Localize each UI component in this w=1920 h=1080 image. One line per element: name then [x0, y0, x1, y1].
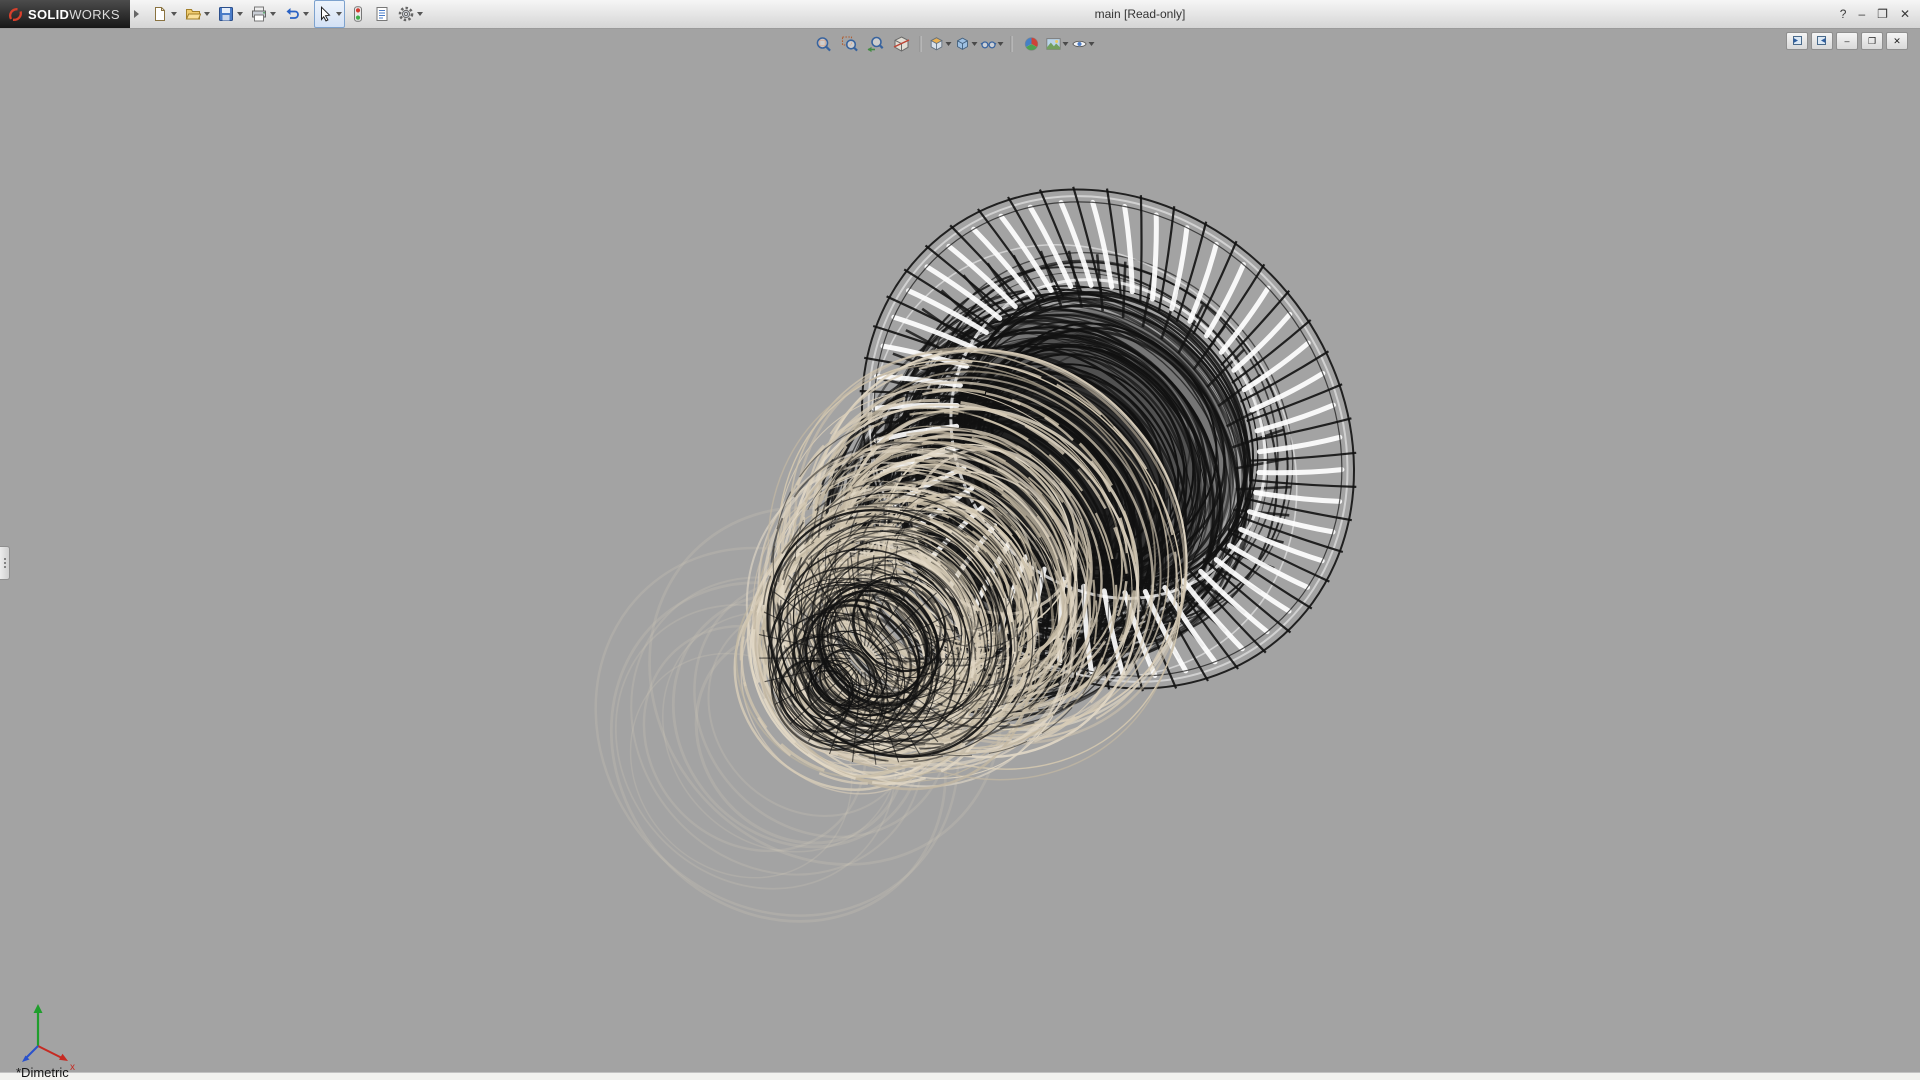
view-settings-eye-icon	[1072, 35, 1088, 53]
print-document-icon	[251, 6, 267, 22]
hide-show-glasses-icon	[981, 35, 997, 53]
previous-document-icon	[1791, 35, 1803, 47]
close-button[interactable]: ✕	[1900, 0, 1910, 28]
next-document-icon	[1816, 35, 1828, 47]
triad-y-axis-icon	[34, 1004, 43, 1013]
select-cursor-icon	[317, 6, 333, 22]
toolbar-expand-arrow-icon[interactable]	[134, 10, 139, 18]
dropdown-arrow-icon[interactable]	[204, 12, 210, 16]
view-orientation-cube-icon	[929, 35, 945, 53]
save-document-button[interactable]	[215, 0, 246, 28]
next-document-button[interactable]	[1811, 32, 1833, 50]
document-title: main [Read-only]	[1095, 0, 1186, 28]
view-orientation-button[interactable]	[929, 32, 952, 55]
toolbar-separator	[920, 36, 922, 52]
options-gear-icon	[398, 6, 414, 22]
file-properties-button[interactable]	[371, 0, 393, 28]
zoom-to-fit-button[interactable]	[812, 32, 835, 55]
engine-wireframe-model: x	[0, 29, 1920, 1080]
rebuild-stoplight-icon	[350, 6, 366, 22]
window-controls: ? – ❐ ✕	[1840, 0, 1920, 28]
toolbar-separator	[1011, 36, 1013, 52]
menu-toolbar	[149, 0, 426, 28]
help-button[interactable]: ?	[1840, 0, 1847, 28]
triad-z-axis-icon	[26, 1046, 38, 1058]
display-style-icon	[955, 35, 971, 53]
dropdown-arrow-icon[interactable]	[171, 12, 177, 16]
apply-scene-icon	[1046, 35, 1062, 53]
print-document-button[interactable]	[248, 0, 279, 28]
titlebar: SOLIDWORKS	[0, 0, 1920, 29]
file-properties-icon	[374, 6, 390, 22]
view-settings-button[interactable]	[1072, 32, 1095, 55]
child-restore-button[interactable]: ❐	[1861, 32, 1883, 50]
section-view-button[interactable]	[890, 32, 913, 55]
hide-show-items-button[interactable]	[981, 32, 1004, 55]
dropdown-arrow-icon[interactable]	[1089, 42, 1095, 46]
edit-appearance-button[interactable]	[1020, 32, 1043, 55]
select-button[interactable]	[314, 0, 345, 28]
dropdown-arrow-icon[interactable]	[417, 12, 423, 16]
heads-up-view-toolbar	[812, 32, 1095, 55]
dropdown-arrow-icon[interactable]	[998, 42, 1004, 46]
dropdown-arrow-icon[interactable]	[336, 12, 342, 16]
solidworks-logo: SOLIDWORKS	[0, 0, 130, 28]
undo-icon	[284, 6, 300, 22]
undo-button[interactable]	[281, 0, 312, 28]
view-orientation-label: *Dimetric	[16, 1065, 69, 1080]
orientation-triad: x	[22, 1004, 75, 1073]
new-document-button[interactable]	[149, 0, 180, 28]
open-document-button[interactable]	[182, 0, 213, 28]
child-minimize-button[interactable]: –	[1836, 32, 1858, 50]
section-view-icon	[892, 35, 910, 53]
dropdown-arrow-icon[interactable]	[237, 12, 243, 16]
zoom-to-area-button[interactable]	[838, 32, 861, 55]
previous-view-icon	[866, 35, 884, 53]
options-button[interactable]	[395, 0, 426, 28]
feature-manager-expand-handle[interactable]	[0, 546, 10, 580]
previous-document-button[interactable]	[1786, 32, 1808, 50]
child-window-controls: – ❐ ✕	[1786, 32, 1908, 50]
brand-name: SOLIDWORKS	[28, 7, 120, 22]
save-document-icon	[218, 6, 234, 22]
restore-button[interactable]: ❐	[1877, 0, 1888, 28]
dropdown-arrow-icon[interactable]	[972, 42, 978, 46]
display-style-button[interactable]	[955, 32, 978, 55]
dropdown-arrow-icon[interactable]	[1063, 42, 1069, 46]
apply-scene-button[interactable]	[1046, 32, 1069, 55]
zoom-to-area-icon	[840, 35, 858, 53]
previous-view-button[interactable]	[864, 32, 887, 55]
status-bar	[0, 1072, 1920, 1080]
dropdown-arrow-icon[interactable]	[303, 12, 309, 16]
edit-appearance-ball-icon	[1022, 35, 1040, 53]
rebuild-button[interactable]	[347, 0, 369, 28]
open-document-icon	[185, 6, 201, 22]
dropdown-arrow-icon[interactable]	[946, 42, 952, 46]
child-close-button[interactable]: ✕	[1886, 32, 1908, 50]
dropdown-arrow-icon[interactable]	[270, 12, 276, 16]
zoom-to-fit-icon	[814, 35, 832, 53]
dassault-logo-icon	[7, 6, 23, 22]
graphics-viewport[interactable]: x	[0, 29, 1920, 1080]
minimize-button[interactable]: –	[1858, 0, 1865, 28]
solidworks-window: SOLIDWORKS	[0, 0, 1920, 1080]
new-document-icon	[152, 6, 168, 22]
